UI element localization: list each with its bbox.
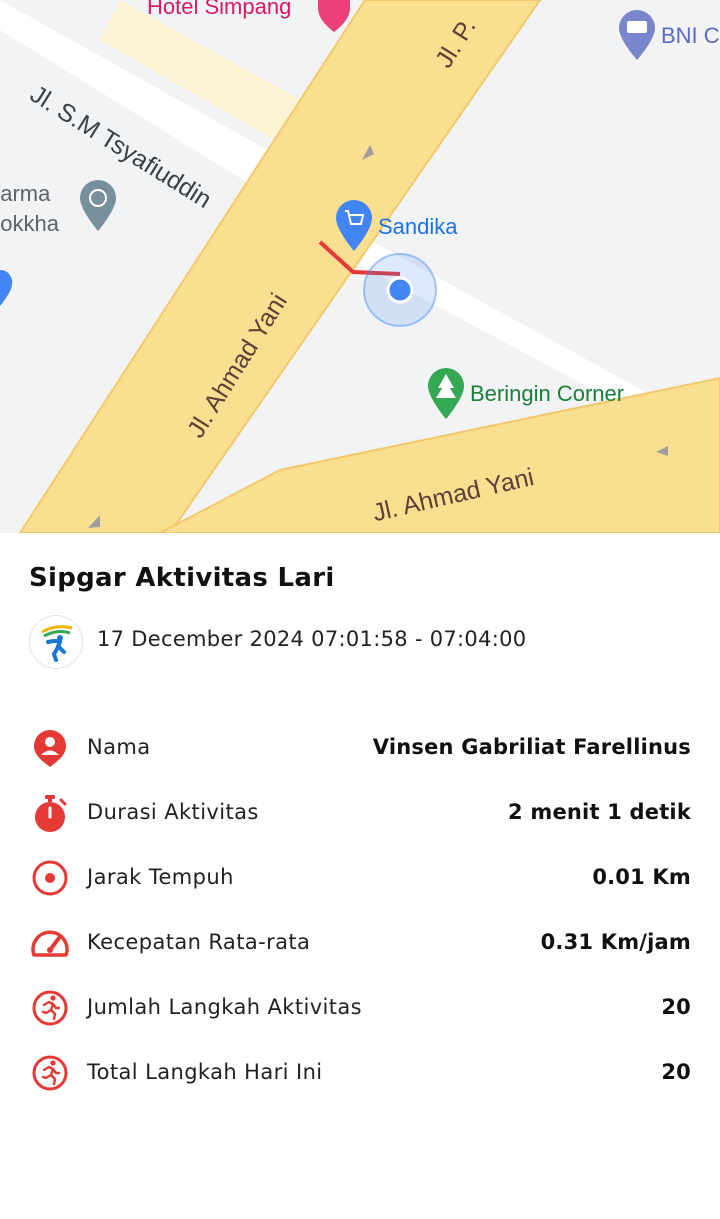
stat-value: 0.01 Km: [592, 865, 691, 889]
map-view[interactable]: Hotel Simpang BNI C Jl. S.M Tsyafiuddin …: [0, 0, 720, 533]
temple-pin-icon[interactable]: [80, 180, 116, 231]
stat-label: Nama: [87, 735, 151, 759]
stopwatch-icon: [35, 795, 67, 832]
runner-icon: [32, 990, 68, 1026]
runner-icon: [32, 1055, 68, 1091]
person-icon: [34, 730, 66, 767]
current-location-icon[interactable]: [363, 253, 437, 327]
speedometer-icon: [31, 930, 69, 957]
map-label-mokkha[interactable]: hokkha: [0, 211, 59, 237]
stat-label: Total Langkah Hari Ini: [87, 1060, 323, 1084]
stat-label: Jarak Tempuh: [87, 865, 234, 889]
hotel-pin-icon[interactable]: [318, 0, 350, 32]
stat-row-total-langkah: Total Langkah Hari Ini 20: [0, 1047, 720, 1097]
stat-label: Jumlah Langkah Aktivitas: [87, 995, 363, 1019]
map-label-beringin[interactable]: Beringin Corner: [470, 381, 624, 407]
stat-label: Kecepatan Rata-rata: [87, 930, 311, 954]
map-label-bni[interactable]: BNI C: [661, 23, 720, 49]
activity-title: Sipgar Aktivitas Lari: [29, 563, 335, 593]
bank-pin-icon[interactable]: [619, 10, 655, 60]
map-label-sandika[interactable]: Sandika: [378, 214, 458, 240]
stat-row-jumlah-langkah: Jumlah Langkah Aktivitas 20: [0, 982, 720, 1032]
stat-value: 0.31 Km/jam: [540, 930, 691, 954]
park-pin-icon[interactable]: [428, 368, 464, 419]
stat-value: Vinsen Gabriliat Farellinus: [372, 735, 691, 759]
stat-row-kecepatan: Kecepatan Rata-rata 0.31 Km/jam: [0, 917, 720, 967]
stat-row-jarak: Jarak Tempuh 0.01 Km: [0, 852, 720, 902]
app-logo-icon: [29, 615, 83, 669]
partial-place-pin-icon[interactable]: [0, 269, 13, 306]
stat-value: 20: [661, 1060, 691, 1084]
map-label-hotel[interactable]: Hotel Simpang: [147, 0, 291, 20]
target-icon: [32, 860, 68, 896]
map-canvas[interactable]: [0, 0, 720, 533]
stat-label: Durasi Aktivitas: [87, 800, 259, 824]
stat-value: 20: [661, 995, 691, 1019]
map-label-dharma[interactable]: harma: [0, 181, 50, 207]
activity-datetime: 17 December 2024 07:01:58 - 07:04:00: [97, 627, 527, 651]
activity-card: Sipgar Aktivitas Lari 17 December 2024 0…: [0, 533, 720, 1219]
stat-row-nama: Nama Vinsen Gabriliat Farellinus: [0, 722, 720, 772]
stat-row-durasi: Durasi Aktivitas 2 menit 1 detik: [0, 787, 720, 837]
stat-value: 2 menit 1 detik: [508, 800, 691, 824]
